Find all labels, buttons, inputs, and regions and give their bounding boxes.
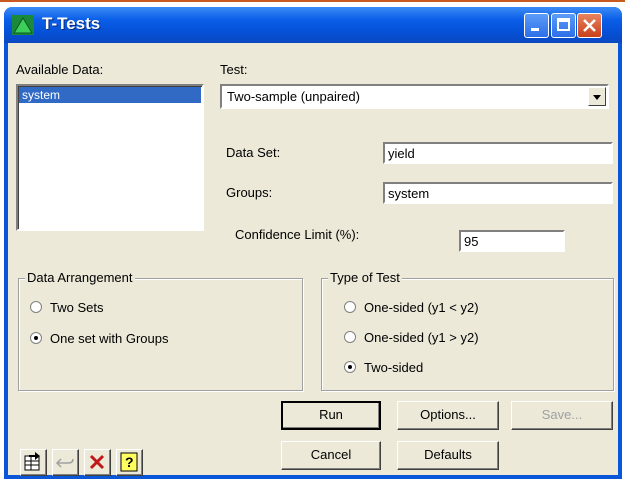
- maximize-button[interactable]: [551, 13, 576, 38]
- help-button[interactable]: ?: [116, 449, 143, 476]
- test-label: Test:: [220, 62, 248, 77]
- radio-label: One-sided (y1 < y2): [364, 300, 479, 315]
- save-button[interactable]: Save...: [511, 401, 613, 430]
- chevron-down-icon[interactable]: [588, 87, 606, 106]
- minimize-icon: [531, 28, 539, 31]
- radio-button[interactable]: [344, 331, 356, 343]
- copy-to-spreadsheet-button[interactable]: [20, 449, 47, 476]
- radio-button[interactable]: [30, 301, 42, 313]
- test-select[interactable]: Two-sample (unpaired): [220, 84, 609, 109]
- groups-label: Groups:: [226, 185, 273, 200]
- dialog-body: Available Data: system Test: Two-sample …: [8, 43, 618, 476]
- radio-label: One set with Groups: [50, 331, 169, 346]
- radio-label: Two-sided: [364, 360, 424, 375]
- data-set-label: Data Set:: [226, 145, 281, 160]
- clear-icon: [89, 454, 105, 470]
- groups-field[interactable]: system: [383, 182, 613, 204]
- available-data-label: Available Data:: [16, 62, 104, 77]
- run-button[interactable]: Run: [281, 401, 381, 430]
- type-of-test-title: Type of Test: [328, 270, 402, 285]
- data-arrangement-group: Data Arrangement Two Sets One set with G…: [18, 270, 303, 391]
- clear-button[interactable]: [84, 449, 111, 476]
- cancel-button[interactable]: Cancel: [281, 441, 381, 470]
- type-of-test-group: Type of Test One-sided (y1 < y2) One-sid…: [321, 270, 614, 391]
- title-bar[interactable]: T-Tests: [4, 7, 622, 43]
- close-button[interactable]: [577, 13, 602, 38]
- close-icon: [583, 19, 596, 32]
- confidence-limit-field[interactable]: 95: [459, 230, 565, 252]
- maximize-icon: [557, 18, 570, 31]
- radio-label: Two Sets: [50, 300, 104, 315]
- copy-to-spreadsheet-icon: [24, 452, 40, 471]
- test-select-value: Two-sample (unpaired): [227, 89, 360, 104]
- app-icon: [12, 15, 34, 35]
- window-title: T-Tests: [42, 14, 101, 33]
- radio-button[interactable]: [30, 332, 42, 344]
- undo-button[interactable]: [52, 449, 79, 476]
- help-icon: ?: [120, 452, 138, 472]
- radio-label: One-sided (y1 > y2): [364, 330, 479, 345]
- t-tests-dialog: T-Tests Available Data: system Test: Two…: [4, 7, 622, 479]
- radio-button[interactable]: [344, 301, 356, 313]
- confidence-limit-label: Confidence Limit (%):: [235, 227, 360, 242]
- radio-button[interactable]: [344, 361, 356, 373]
- list-item[interactable]: system: [19, 87, 201, 103]
- options-button[interactable]: Options...: [397, 401, 499, 430]
- top-edge-line: [0, 0, 625, 2]
- available-data-list[interactable]: system: [16, 84, 204, 231]
- data-arrangement-title: Data Arrangement: [25, 270, 135, 285]
- svg-text:?: ?: [125, 454, 134, 470]
- defaults-button[interactable]: Defaults: [397, 441, 499, 470]
- minimize-button[interactable]: [524, 13, 549, 38]
- data-set-field[interactable]: yield: [383, 142, 613, 164]
- undo-icon: [55, 458, 74, 468]
